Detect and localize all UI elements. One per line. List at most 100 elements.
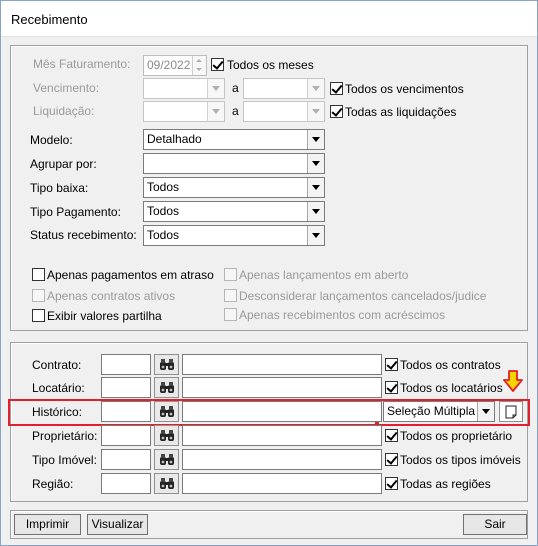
status-recebimento-value: Todos: [147, 228, 180, 242]
historico-selection-select[interactable]: Seleção Múltipla: [383, 401, 495, 422]
regiao-code-input[interactable]: [101, 473, 151, 494]
locatario-code-input[interactable]: [101, 377, 151, 398]
tipo-pagamento-label: Tipo Pagamento:: [30, 205, 121, 219]
vencimento-to-combo[interactable]: [243, 78, 325, 99]
tipo-imovel-description-input[interactable]: [182, 449, 382, 470]
tipo-baixa-label: Tipo baixa:: [30, 181, 89, 195]
filters-panel: Mês Faturamento: 09/2022 Todos os meses …: [10, 45, 528, 331]
historico-multi-select-button[interactable]: [499, 401, 523, 422]
mes-faturamento-label: Mês Faturamento:: [33, 57, 131, 71]
chevron-down-icon: [307, 79, 324, 98]
todos-proprietario-label: Todos os proprietário: [400, 429, 513, 443]
historico-search-button[interactable]: [154, 401, 179, 422]
regiao-search-button[interactable]: [154, 473, 179, 494]
proprietario-search-button[interactable]: [154, 425, 179, 446]
todos-tipos-imoveis-checkbox[interactable]: [385, 453, 398, 466]
tipo-imovel-search-button[interactable]: [154, 449, 179, 470]
chevron-down-icon: [207, 79, 224, 98]
modelo-select[interactable]: Detalhado: [143, 129, 325, 150]
desconsiderar-label: Desconsiderar lançamentos cancelados/jud…: [239, 289, 487, 303]
binoculars-icon: [159, 406, 174, 417]
todos-locatarios-checkbox[interactable]: [385, 381, 398, 394]
tipo-pagamento-select[interactable]: Todos: [143, 201, 325, 222]
locatario-search-button[interactable]: [154, 377, 179, 398]
historico-label: Histórico:: [32, 405, 83, 419]
desconsiderar-checkbox[interactable]: [224, 289, 237, 302]
modelo-label: Modelo:: [30, 133, 73, 147]
lancamentos-aberto-label: Apenas lançamentos em aberto: [239, 268, 409, 282]
contrato-search-button[interactable]: [154, 354, 179, 375]
chevron-down-icon: [307, 102, 324, 121]
binoculars-icon: [159, 430, 174, 441]
todas-regioes-label: Todas as regiões: [400, 477, 491, 491]
todos-proprietario-checkbox[interactable]: [385, 429, 398, 442]
contrato-description-input[interactable]: [182, 354, 382, 375]
chevron-down-icon: [307, 202, 324, 221]
proprietario-label: Proprietário:: [32, 429, 98, 443]
document-icon: [505, 405, 517, 418]
contrato-code-input[interactable]: [101, 354, 151, 375]
partilha-checkbox[interactable]: [32, 309, 45, 322]
regiao-description-input[interactable]: [182, 473, 382, 494]
acrescimos-checkbox[interactable]: [224, 308, 237, 321]
lancamentos-aberto-checkbox[interactable]: [224, 268, 237, 281]
tipo-baixa-value: Todos: [147, 180, 180, 194]
historico-code-input[interactable]: [101, 401, 151, 422]
recebimento-window: Recebimento Mês Faturamento: 09/2022 Tod…: [0, 0, 538, 546]
contratos-ativos-checkbox[interactable]: [32, 289, 45, 302]
proprietario-code-input[interactable]: [101, 425, 151, 446]
mes-spinner[interactable]: [192, 56, 206, 75]
tipo-baixa-select[interactable]: Todos: [143, 177, 325, 198]
atraso-label: Apenas pagamentos em atraso: [47, 268, 214, 282]
todos-vencimentos-checkbox[interactable]: [330, 82, 343, 95]
agrupar-select[interactable]: [143, 153, 325, 174]
liquidacao-to-combo[interactable]: [243, 101, 325, 122]
agrupar-label: Agrupar por:: [30, 157, 97, 171]
contratos-ativos-label: Apenas contratos ativos: [47, 289, 176, 303]
tipo-imovel-label: Tipo Imóvel:: [32, 453, 97, 467]
contrato-label: Contrato:: [32, 358, 82, 372]
liquidacao-from-combo[interactable]: [143, 101, 225, 122]
binoculars-icon: [159, 478, 174, 489]
todos-contratos-checkbox[interactable]: [385, 358, 398, 371]
visualizar-button[interactable]: Visualizar: [87, 514, 148, 535]
modelo-value: Detalhado: [147, 132, 202, 146]
window-title: Recebimento: [11, 12, 88, 27]
vencimento-label: Vencimento:: [33, 81, 100, 95]
chevron-down-icon: [207, 102, 224, 121]
mes-faturamento-value: 09/2022: [147, 58, 191, 72]
historico-description-input[interactable]: [182, 401, 382, 422]
status-recebimento-label: Status recebimento:: [30, 228, 137, 242]
proprietario-description-input[interactable]: [182, 425, 382, 446]
locatario-label: Locatário:: [32, 381, 85, 395]
chevron-down-icon: [307, 154, 324, 173]
imprimir-button[interactable]: Imprimir: [14, 514, 81, 535]
chevron-down-icon: [477, 402, 494, 421]
binoculars-icon: [159, 454, 174, 465]
chevron-down-icon: [307, 130, 324, 149]
liquidacao-label: Liquidação:: [33, 104, 95, 118]
sair-button[interactable]: Sair: [463, 514, 527, 535]
todos-meses-checkbox[interactable]: [211, 58, 224, 71]
title-bar: Recebimento: [1, 1, 537, 37]
chevron-down-icon: [307, 178, 324, 197]
mes-faturamento-field[interactable]: 09/2022: [143, 55, 207, 76]
atraso-checkbox[interactable]: [32, 268, 45, 281]
liquidacao-sep: a: [232, 104, 239, 118]
todos-contratos-label: Todos os contratos: [400, 358, 501, 372]
chevron-down-icon: [307, 226, 324, 245]
entities-panel: Contrato: Todos os contratos Locatário: …: [8, 342, 530, 502]
arrow-down-icon: [503, 370, 523, 392]
tipo-imovel-code-input[interactable]: [101, 449, 151, 470]
binoculars-icon: [159, 382, 174, 393]
historico-selection-value: Seleção Múltipla: [387, 404, 476, 418]
todos-meses-label: Todos os meses: [227, 58, 314, 72]
locatario-description-input[interactable]: [182, 377, 382, 398]
todas-regioes-checkbox[interactable]: [385, 477, 398, 490]
tipo-pagamento-value: Todos: [147, 204, 180, 218]
partilha-label: Exibir valores partilha: [47, 309, 162, 323]
acrescimos-label: Apenas recebimentos com acréscimos: [239, 308, 446, 322]
todas-liquidacoes-checkbox[interactable]: [330, 105, 343, 118]
status-recebimento-select[interactable]: Todos: [143, 225, 325, 246]
vencimento-from-combo[interactable]: [143, 78, 225, 99]
